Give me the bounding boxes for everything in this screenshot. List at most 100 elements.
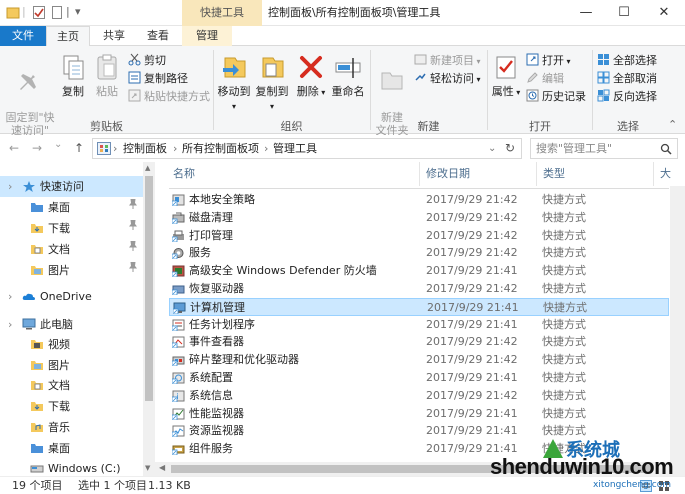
cut-button[interactable]: 剪切 [128, 52, 166, 69]
copy-button[interactable]: 复制 [58, 52, 88, 98]
edit-button[interactable]: 编辑 [526, 70, 564, 87]
file-row[interactable]: 任务计划程序 2017/9/29 21:41 快捷方式 [169, 316, 669, 334]
qa-dropdown-icon[interactable]: ▾ [75, 5, 81, 21]
file-row[interactable]: 系统配置 2017/9/29 21:41 快捷方式 [169, 369, 669, 387]
forward-button[interactable]: → [32, 141, 42, 155]
easy-access-button[interactable]: 轻松访问 ▾ [414, 70, 481, 87]
maximize-button[interactable]: ☐ [606, 0, 642, 26]
expand-chevron-icon[interactable]: › [8, 176, 12, 197]
file-row[interactable]: 服务 2017/9/29 21:42 快捷方式 [169, 244, 669, 262]
file-row[interactable]: 高级安全 Windows Defender 防火墙 2017/9/29 21:41… [169, 262, 669, 280]
open-button[interactable]: 打开 ▾ [526, 52, 571, 69]
folder-icon [31, 203, 43, 212]
nav-scrollbar[interactable]: ▲ ▼ [143, 162, 155, 476]
paste-button[interactable]: 粘贴 [92, 52, 122, 98]
nav-item[interactable]: 下载 [0, 396, 143, 417]
file-row[interactable]: i 系统信息 2017/9/29 21:42 快捷方式 [169, 387, 669, 405]
up-button[interactable]: ↑ [74, 141, 84, 155]
refresh-button[interactable]: ↻ [505, 139, 515, 158]
file-row[interactable]: 本地安全策略 2017/9/29 21:42 快捷方式 [169, 191, 669, 209]
copy-path-button[interactable]: 复制路径 [128, 70, 188, 87]
search-input[interactable]: 搜索"管理工具" [530, 138, 678, 159]
file-row[interactable]: 组件服务 2017/9/29 21:41 快捷方式 [169, 440, 669, 458]
close-button[interactable]: ✕ [646, 0, 682, 26]
file-row[interactable]: 计算机管理 2017/9/29 21:41 快捷方式 [169, 297, 669, 316]
partially-hidden-row [169, 186, 669, 190]
nav-item[interactable]: 文档 [0, 375, 143, 396]
tab-view[interactable]: 查看 [138, 26, 178, 46]
nav-item[interactable]: 文档 [0, 239, 143, 260]
nav-item[interactable]: 音乐 [0, 417, 143, 438]
address-bar[interactable]: › 控制面板 › 所有控制面板项 › 管理工具 ⌄ ↻ [92, 138, 522, 159]
column-header-date[interactable]: 修改日期 [420, 162, 537, 186]
scroll-down-arrow[interactable]: ▼ [145, 464, 150, 472]
file-row[interactable]: 事件查看器 2017/9/29 21:42 快捷方式 [169, 333, 669, 351]
file-list-scrollbar[interactable] [670, 186, 685, 476]
file-row[interactable]: 恢复驱动器 2017/9/29 21:42 快捷方式 [169, 280, 669, 298]
move-to-button[interactable]: 移动到 ▾ [216, 52, 252, 113]
expand-chevron-icon[interactable]: › [8, 314, 12, 335]
paste-shortcut-button[interactable]: 粘贴快捷方式 [128, 88, 210, 105]
file-type: 快捷方式 [542, 228, 586, 242]
shortcut-file-icon [172, 212, 185, 224]
invert-selection-button[interactable]: 反向选择 [597, 88, 657, 105]
collapse-ribbon-icon[interactable]: ⌃ [668, 118, 677, 131]
history-button[interactable]: 历史记录 [526, 88, 586, 105]
quick-access-icon[interactable] [6, 6, 20, 20]
copy-to-button[interactable]: 复制到 ▾ [254, 52, 290, 113]
file-row[interactable]: 打印管理 2017/9/29 21:42 快捷方式 [169, 227, 669, 245]
tab-home[interactable]: 主页 [46, 26, 90, 47]
new-folder-qa-icon[interactable] [52, 6, 64, 19]
file-row[interactable]: 资源监视器 2017/9/29 21:41 快捷方式 [169, 422, 669, 440]
open-icon [526, 53, 539, 66]
rename-button[interactable]: 重命名 [330, 52, 366, 98]
picture-icon [31, 361, 43, 370]
properties-button[interactable]: 属性 ▾ [490, 52, 522, 99]
details-view-icon[interactable] [640, 480, 652, 492]
pin-icon [20, 69, 36, 90]
file-date: 2017/9/29 21:42 [426, 246, 518, 260]
nav-item[interactable]: 图片 [0, 355, 143, 376]
nav-item[interactable]: Windows (C:) [0, 458, 143, 476]
nav-item[interactable]: 下载 [0, 218, 143, 239]
nav-item[interactable]: 视频 [0, 334, 143, 355]
column-header-type[interactable]: 类型 [537, 162, 654, 186]
hscroll-thumb[interactable] [171, 465, 651, 473]
nav-item[interactable]: › OneDrive [0, 286, 143, 307]
nav-item[interactable]: 桌面 [0, 197, 143, 218]
select-all-icon [598, 54, 609, 65]
nav-item[interactable]: › 快速访问 [0, 176, 143, 197]
address-dropdown-icon[interactable]: ⌄ [488, 139, 496, 158]
breadcrumb-control-panel[interactable]: 控制面板 [123, 139, 167, 158]
nav-item[interactable]: 图片 [0, 260, 143, 281]
column-header-size[interactable]: 大 [654, 162, 674, 186]
minimize-button[interactable]: — [568, 0, 604, 26]
tab-share[interactable]: 共享 [94, 26, 134, 46]
select-all-button[interactable]: 全部选择 [597, 52, 657, 69]
nav-item[interactable]: 桌面 [0, 438, 143, 459]
horizontal-scrollbar[interactable]: ◀ [155, 462, 685, 476]
select-none-button[interactable]: 全部取消 [597, 70, 657, 87]
breadcrumb-all-items[interactable]: 所有控制面板项 [182, 139, 259, 158]
file-row[interactable]: 碎片整理和优化驱动器 2017/9/29 21:42 快捷方式 [169, 351, 669, 369]
expand-chevron-icon[interactable]: › [8, 286, 12, 307]
tab-manage[interactable]: 管理 [182, 26, 232, 46]
file-row[interactable]: 磁盘清理 2017/9/29 21:42 快捷方式 [169, 209, 669, 227]
file-type: 快捷方式 [542, 193, 586, 206]
nav-item[interactable]: › 此电脑 [0, 314, 143, 335]
shortcut-file-icon: i [172, 390, 185, 402]
file-row[interactable]: 性能监视器 2017/9/29 21:41 快捷方式 [169, 405, 669, 423]
search-icon[interactable] [660, 143, 672, 155]
large-icons-view-icon[interactable] [658, 480, 670, 492]
scroll-up-arrow[interactable]: ▲ [145, 164, 150, 172]
nav-scroll-thumb[interactable] [145, 176, 153, 401]
new-item-button[interactable]: 新建项目 ▾ [414, 52, 481, 69]
recent-locations-dropdown[interactable]: ⌄ [54, 139, 62, 150]
scroll-left-arrow[interactable]: ◀ [159, 463, 165, 472]
tab-file[interactable]: 文件 [0, 26, 46, 46]
breadcrumb-admin-tools[interactable]: 管理工具 [273, 139, 317, 158]
delete-button[interactable]: 删除 ▾ [296, 52, 326, 99]
back-button[interactable]: ← [9, 141, 19, 155]
properties-check-icon[interactable] [33, 6, 45, 19]
selected-size: 1.13 KB [148, 479, 191, 492]
